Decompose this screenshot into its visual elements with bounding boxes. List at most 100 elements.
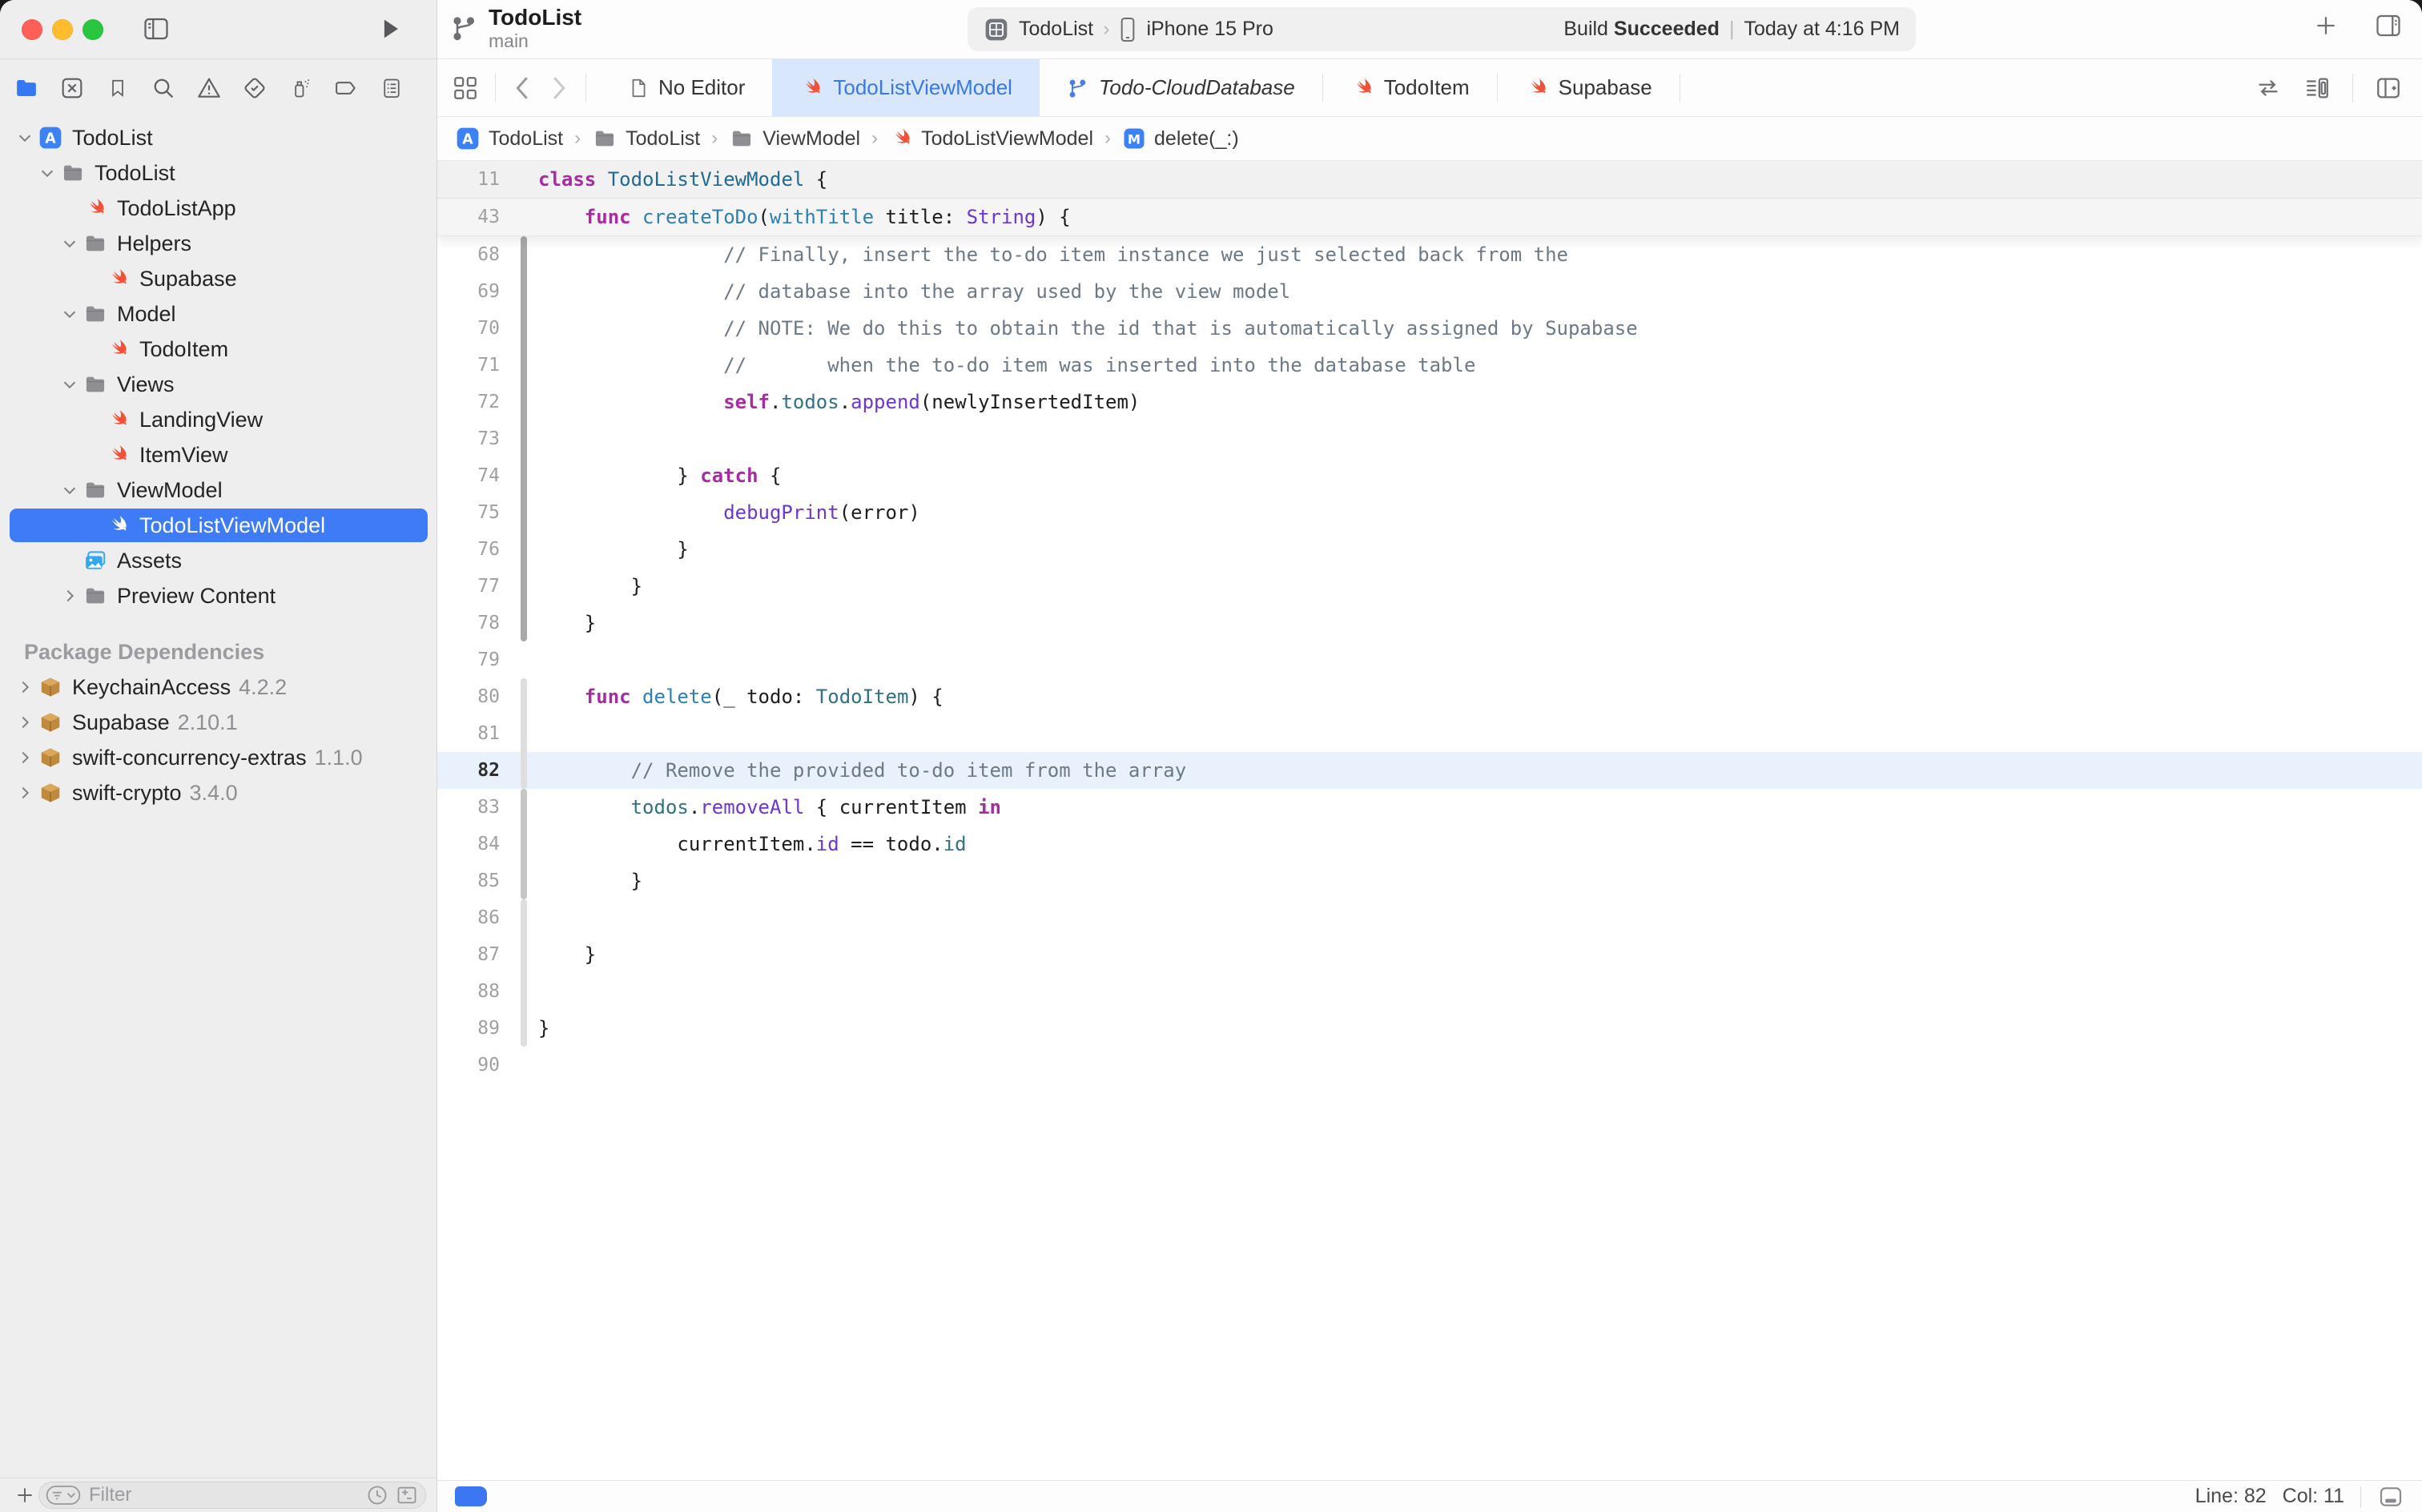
code-line-84[interactable]: 84 currentItem.id == todo.id xyxy=(437,826,2422,863)
code-line-82[interactable]: 82 // Remove the provided to-do item fro… xyxy=(437,752,2422,789)
code-line-79[interactable]: 79 xyxy=(437,641,2422,678)
add-remove-icon[interactable] xyxy=(395,1484,419,1506)
breadcrumb-delete-[interactable]: Mdelete(_:) xyxy=(1122,127,1239,151)
chevron-down-icon[interactable] xyxy=(58,305,82,323)
chevron-down-icon[interactable] xyxy=(58,235,82,252)
tree-row-assets[interactable]: Assets xyxy=(0,543,437,578)
add-editor-icon[interactable] xyxy=(2374,74,2403,102)
code-line-11[interactable]: 11class TodoListViewModel { xyxy=(437,161,2422,199)
tree-row-todolistapp[interactable]: TodoListApp xyxy=(0,191,437,226)
toggle-inspector-icon[interactable] xyxy=(2372,11,2404,40)
tree-row-model[interactable]: Model xyxy=(0,296,437,332)
code-line-83[interactable]: 83 todos.removeAll { currentItem in xyxy=(437,789,2422,826)
breadcrumb-todolist[interactable]: ATodoList xyxy=(455,126,563,151)
scope-ribbon xyxy=(514,568,538,605)
tree-row-preview-content[interactable]: Preview Content xyxy=(0,578,437,613)
chevron-right-icon[interactable] xyxy=(13,784,37,802)
scope-ribbon xyxy=(514,899,538,936)
code-line-76[interactable]: 76 } xyxy=(437,531,2422,568)
back-button[interactable] xyxy=(512,74,533,102)
tree-row-todolistviewmodel[interactable]: TodoListViewModel xyxy=(0,508,437,543)
report-navigator-icon[interactable] xyxy=(378,74,405,102)
code-line-78[interactable]: 78 } xyxy=(437,605,2422,641)
code-line-81[interactable]: 81 xyxy=(437,715,2422,752)
tree-row-viewmodel[interactable]: ViewModel xyxy=(0,472,437,508)
activity-status[interactable]: Build Succeeded | Today at 4:16 PM xyxy=(1563,18,1900,41)
tab-todolistviewmodel[interactable]: TodoListViewModel xyxy=(772,59,1040,116)
tree-row-landingview[interactable]: LandingView xyxy=(0,402,437,437)
filter-input[interactable]: Filter xyxy=(38,1482,426,1509)
tab-todoitem[interactable]: TodoItem xyxy=(1323,59,1497,116)
swift-icon xyxy=(889,127,913,151)
tab-no-editor[interactable]: No Editor xyxy=(601,59,772,116)
bottom-bar-toggle-icon[interactable] xyxy=(2377,1484,2404,1510)
recents-clock-icon[interactable] xyxy=(366,1484,388,1506)
code-line-80[interactable]: 80 func delete(_ todo: TodoItem) { xyxy=(437,678,2422,715)
chevron-right-icon[interactable] xyxy=(58,587,82,605)
adjust-editor-icon[interactable] xyxy=(2255,74,2282,102)
chevron-down-icon[interactable] xyxy=(35,164,59,182)
code-line-69[interactable]: 69 // database into the array used by th… xyxy=(437,273,2422,310)
code-editor[interactable]: 11class TodoListViewModel {43 func creat… xyxy=(437,160,2422,1480)
source-control-navigator-icon[interactable] xyxy=(58,74,86,102)
code-line-71[interactable]: 71 // when the to-do item was inserted i… xyxy=(437,347,2422,384)
chevron-down-icon[interactable] xyxy=(58,376,82,393)
tree-row-supabase[interactable]: Supabase xyxy=(0,261,437,296)
tree-row-itemview[interactable]: ItemView xyxy=(0,437,437,472)
tree-row-todoitem[interactable]: TodoItem xyxy=(0,332,437,367)
code-line-77[interactable]: 77 } xyxy=(437,568,2422,605)
scheme-bar[interactable]: TodoList › iPhone 15 Pro Build Succeeded… xyxy=(968,7,1916,51)
add-toolbar-button[interactable] xyxy=(2313,13,2339,38)
code-line-86[interactable]: 86 xyxy=(437,899,2422,936)
zoom-window-button[interactable] xyxy=(82,19,103,40)
chevron-down-icon[interactable] xyxy=(13,129,37,147)
package-row[interactable]: swift-concurrency-extras1.1.0 xyxy=(0,740,437,775)
add-item-button[interactable] xyxy=(11,1485,38,1506)
test-navigator-icon[interactable] xyxy=(241,74,268,102)
debug-navigator-icon[interactable] xyxy=(287,74,314,102)
tab-todo-clouddatabase[interactable]: Todo-CloudDatabase xyxy=(1040,59,1322,116)
breadcrumb-viewmodel[interactable]: ViewModel xyxy=(729,127,860,151)
package-row[interactable]: swift-crypto3.4.0 xyxy=(0,775,437,810)
code-line-70[interactable]: 70 // NOTE: We do this to obtain the id … xyxy=(437,310,2422,347)
tree-row-todolist[interactable]: ATodoList xyxy=(0,120,437,155)
code-line-43[interactable]: 43 func createToDo(withTitle title: Stri… xyxy=(437,199,2422,236)
code-line-75[interactable]: 75 debugPrint(error) xyxy=(437,494,2422,531)
code-line-73[interactable]: 73 xyxy=(437,420,2422,457)
code-line-89[interactable]: 89} xyxy=(437,1010,2422,1047)
breakpoint-navigator-icon[interactable] xyxy=(332,74,360,102)
code-line-87[interactable]: 87 } xyxy=(437,936,2422,973)
chevron-right-icon[interactable] xyxy=(13,678,37,696)
chevron-down-icon[interactable] xyxy=(58,481,82,499)
forward-button[interactable] xyxy=(549,74,569,102)
run-button[interactable] xyxy=(376,14,404,43)
code-line-88[interactable]: 88 xyxy=(437,973,2422,1010)
toggle-sidebar-icon[interactable] xyxy=(141,14,171,43)
chevron-right-icon[interactable] xyxy=(13,714,37,731)
minimize-window-button[interactable] xyxy=(52,19,73,40)
find-navigator-icon[interactable] xyxy=(150,74,177,102)
tree-row-todolist[interactable]: TodoList xyxy=(0,155,437,191)
minimap-icon[interactable] xyxy=(2303,74,2331,102)
swift-icon xyxy=(1525,76,1549,100)
code-line-85[interactable]: 85 } xyxy=(437,863,2422,899)
package-row[interactable]: Supabase2.10.1 xyxy=(0,705,437,740)
bookmark-navigator-icon[interactable] xyxy=(104,74,131,102)
issue-navigator-icon[interactable] xyxy=(195,74,223,102)
chevron-right-icon[interactable] xyxy=(13,749,37,766)
breadcrumb-todolistviewmodel[interactable]: TodoListViewModel xyxy=(889,127,1093,151)
code-line-68[interactable]: 68 // Finally, insert the to-do item ins… xyxy=(437,236,2422,273)
code-line-72[interactable]: 72 self.todos.append(newlyInsertedItem) xyxy=(437,384,2422,420)
code-line-90[interactable]: 90 xyxy=(437,1047,2422,1084)
tab-supabase[interactable]: Supabase xyxy=(1498,59,1680,116)
project-navigator-icon[interactable] xyxy=(13,74,40,102)
editor-layout-icon[interactable] xyxy=(452,74,479,102)
code-line-74[interactable]: 74 } catch { xyxy=(437,457,2422,494)
close-window-button[interactable] xyxy=(22,19,42,40)
scheme-selector[interactable]: TodoList › iPhone 15 Pro xyxy=(984,17,1273,42)
focused-editor-badge[interactable] xyxy=(455,1486,487,1506)
tree-row-views[interactable]: Views xyxy=(0,367,437,402)
breadcrumb-todolist[interactable]: TodoList xyxy=(592,127,700,151)
package-row[interactable]: KeychainAccess4.2.2 xyxy=(0,670,437,705)
tree-row-helpers[interactable]: Helpers xyxy=(0,226,437,261)
